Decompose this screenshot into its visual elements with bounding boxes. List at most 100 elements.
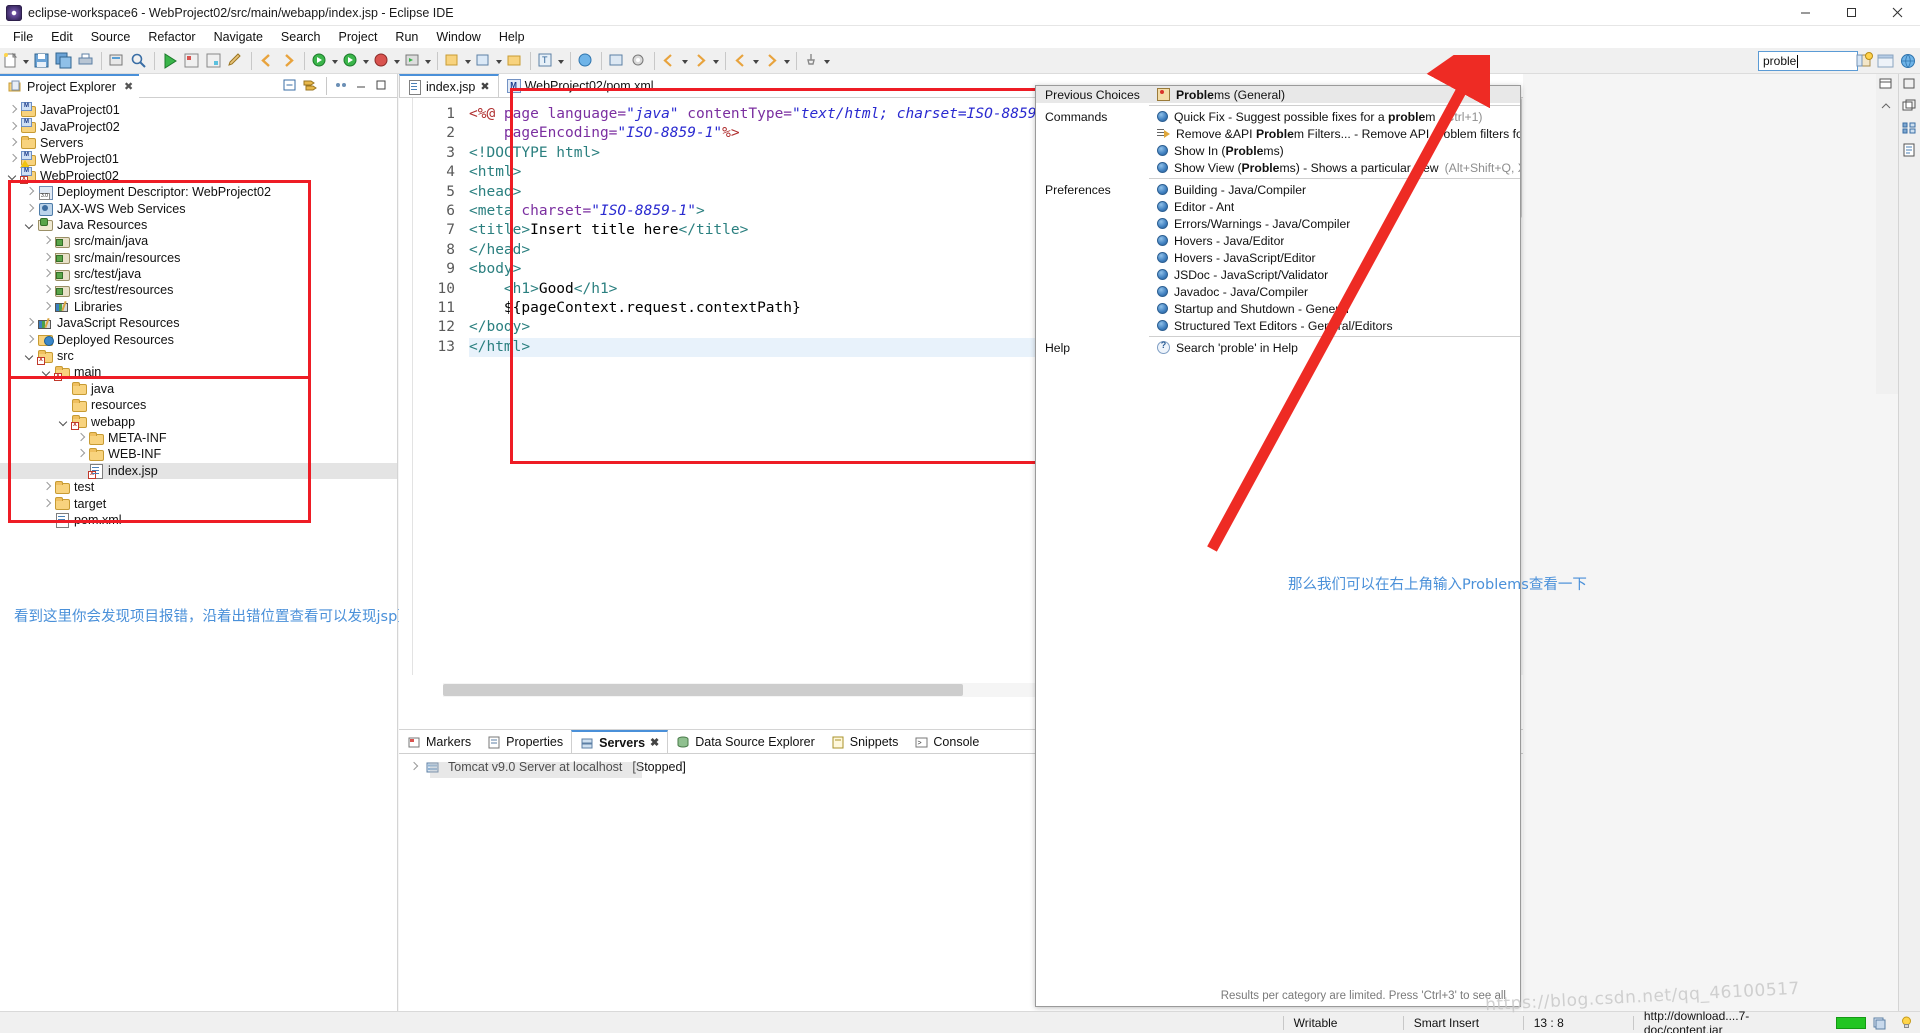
menu-run[interactable]: Run: [386, 28, 427, 46]
quick-access-result-row[interactable]: Hovers - Java/Editor: [1036, 232, 1520, 249]
close-icon[interactable]: ✖: [480, 80, 489, 93]
expand-twisty-icon[interactable]: [74, 431, 88, 445]
quick-access-item[interactable]: Javadoc - Java/Compiler: [1149, 285, 1308, 299]
tree-item-jax-ws-web-services[interactable]: JAX-WS Web Services: [0, 200, 397, 217]
minimize-button[interactable]: [1782, 0, 1828, 26]
next-annotation-icon[interactable]: [182, 51, 202, 71]
expand-twisty-icon[interactable]: [40, 283, 54, 297]
dropdown-arrow-icon[interactable]: [681, 51, 690, 71]
tree-item-meta-inf[interactable]: META-INF: [0, 430, 397, 446]
dropdown-arrow-icon[interactable]: [495, 51, 504, 71]
close-button[interactable]: [1874, 0, 1920, 26]
run-last-icon[interactable]: [160, 51, 180, 71]
dropdown-arrow-icon[interactable]: [783, 51, 792, 71]
view-menu-icon[interactable]: [333, 77, 351, 95]
collapse-twisty-icon[interactable]: [23, 349, 37, 363]
dropdown-arrow-icon[interactable]: [823, 51, 832, 71]
collapse-twisty-icon[interactable]: [6, 169, 20, 183]
expand-twisty-icon[interactable]: [6, 103, 20, 117]
tree-item-webapp[interactable]: webapp: [0, 413, 397, 431]
menu-source[interactable]: Source: [82, 28, 140, 46]
expand-twisty-icon[interactable]: [23, 185, 37, 199]
quick-access-result-row[interactable]: Errors/Warnings - Java/Compiler: [1036, 215, 1520, 232]
maximize-icon[interactable]: [373, 77, 391, 95]
quick-access-item[interactable]: Show View (Problems) - Shows a particula…: [1149, 161, 1520, 175]
menu-file[interactable]: File: [4, 28, 42, 46]
quick-access-result-row[interactable]: JSDoc - JavaScript/Validator: [1036, 266, 1520, 283]
tree-item-index-jsp[interactable]: index.jsp: [0, 462, 397, 480]
dropdown-arrow-icon[interactable]: [712, 51, 721, 71]
next-edit-icon[interactable]: [691, 51, 711, 71]
collapse-all-icon[interactable]: [282, 77, 300, 95]
expand-twisty-icon[interactable]: [6, 136, 20, 150]
quick-access-result-row[interactable]: Hovers - JavaScript/Editor: [1036, 249, 1520, 266]
web-perspective-icon[interactable]: [1898, 51, 1920, 71]
build-icon[interactable]: [107, 51, 127, 71]
quick-access-results-popup[interactable]: Previous Choices Problems (General) Comman…: [1035, 85, 1521, 1007]
open-type-icon[interactable]: T: [536, 51, 556, 71]
quick-access-item[interactable]: Quick Fix - Suggest possible fixes for a…: [1149, 110, 1482, 124]
quick-access-result-row[interactable]: Remove &API Problem Filters... - Remove …: [1036, 125, 1520, 142]
new-java-project-icon[interactable]: [443, 51, 463, 71]
dropdown-arrow-icon[interactable]: [331, 51, 340, 71]
tree-item-deployed-resources[interactable]: Deployed Resources: [0, 331, 397, 347]
quick-access-item[interactable]: Startup and Shutdown - General: [1149, 302, 1349, 316]
dropdown-arrow-icon[interactable]: [464, 51, 473, 71]
quick-access-result-row[interactable]: Startup and Shutdown - General: [1036, 300, 1520, 317]
dropdown-arrow-icon[interactable]: [557, 51, 566, 71]
quick-access-result-row[interactable]: Commands Quick Fix - Suggest possible fix…: [1036, 108, 1520, 125]
run-icon[interactable]: [341, 51, 361, 71]
new-folder-icon[interactable]: [505, 51, 525, 71]
dropdown-arrow-icon[interactable]: [752, 51, 761, 71]
java-ee-perspective-icon[interactable]: [1876, 51, 1898, 71]
debug-icon[interactable]: [310, 51, 330, 71]
tree-item-src-test-java[interactable]: src/test/java: [0, 266, 397, 282]
tree-item-javaproject01[interactable]: JavaProject01: [0, 101, 397, 118]
quick-access-item[interactable]: Remove &API Problem Filters... - Remove …: [1149, 127, 1520, 141]
bottom-tab-snippets[interactable]: Snippets: [823, 730, 907, 754]
restore-view-icon[interactable]: [1876, 74, 1898, 96]
new-class-icon[interactable]: [474, 51, 494, 71]
last-edit-icon[interactable]: [226, 51, 246, 71]
bottom-tab-data-source-explorer[interactable]: Data Source Explorer: [668, 730, 823, 754]
forward-icon[interactable]: [279, 51, 299, 71]
tree-item-javaproject02[interactable]: JavaProject02: [0, 118, 397, 134]
bottom-tab-markers[interactable]: Markers: [399, 730, 479, 754]
close-icon[interactable]: ✖: [124, 80, 133, 93]
tips-icon[interactable]: [1893, 1012, 1920, 1033]
quick-access-result-row[interactable]: Show In (Problems): [1036, 142, 1520, 159]
quick-access-result-row[interactable]: Previous Choices Problems (General): [1036, 86, 1520, 103]
status-download-link[interactable]: http://download....7-doc/content.jar: [1634, 1009, 1836, 1033]
editor-tab-index-jsp[interactable]: index.jsp ✖: [399, 74, 499, 97]
menu-search[interactable]: Search: [272, 28, 330, 46]
tree-item-javascript-resources[interactable]: JavaScript Resources: [0, 315, 397, 331]
maximize-button[interactable]: [1828, 0, 1874, 26]
preferences-icon[interactable]: [629, 51, 649, 71]
tomcat-icon[interactable]: [607, 51, 627, 71]
quick-access-item[interactable]: Errors/Warnings - Java/Compiler: [1149, 217, 1350, 231]
expand-twisty-icon[interactable]: [23, 316, 37, 330]
tree-item-pom-xml[interactable]: pom.xml: [0, 512, 397, 529]
open-perspective-icon[interactable]: [1854, 51, 1876, 71]
quick-access-item[interactable]: Show In (Problems): [1149, 144, 1284, 158]
close-icon[interactable]: ✖: [650, 736, 659, 749]
tree-item-resources[interactable]: resources: [0, 397, 397, 413]
tree-item-test[interactable]: test: [0, 479, 397, 495]
expand-twisty-icon[interactable]: [40, 251, 54, 265]
previous-annotation-icon[interactable]: [204, 51, 224, 71]
expand-twisty-icon[interactable]: [23, 202, 37, 216]
collapse-twisty-icon[interactable]: [57, 415, 71, 429]
quick-access-result-row[interactable]: Structured Text Editors - General/Editor…: [1036, 317, 1520, 334]
quick-access-result-row[interactable]: Preferences Building - Java/Compiler: [1036, 181, 1520, 198]
expand-twisty-icon[interactable]: [40, 234, 54, 248]
quick-access-item[interactable]: Problems (General): [1149, 86, 1520, 103]
quick-access-item[interactable]: Hovers - Java/Editor: [1149, 234, 1284, 248]
coverage-icon[interactable]: [372, 51, 392, 71]
menu-edit[interactable]: Edit: [42, 28, 82, 46]
link-with-editor-icon[interactable]: [302, 77, 320, 95]
web-browser-icon[interactable]: [576, 51, 596, 71]
tree-item-java-resources[interactable]: Java Resources: [0, 217, 397, 233]
scrollbar-thumb[interactable]: [443, 684, 963, 696]
dropdown-arrow-icon[interactable]: [393, 51, 402, 71]
tree-item-src-test-resources[interactable]: src/test/resources: [0, 282, 397, 298]
